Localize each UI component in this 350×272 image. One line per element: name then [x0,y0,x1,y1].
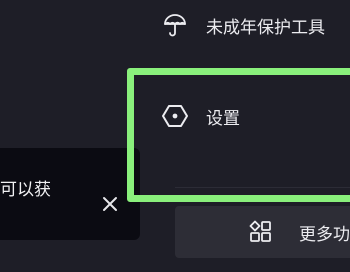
more-features-button[interactable]: 更多功 [175,206,350,258]
more-features-label: 更多功 [299,224,350,245]
menu-divider [175,187,350,188]
hexagon-settings-icon [162,103,188,129]
close-icon[interactable] [98,192,122,216]
menu-item-settings-label: 设置 [206,108,240,129]
grid-apps-icon [249,220,273,244]
toast-message: 可以获 [0,180,51,200]
toast-notification: 可以获 [0,148,140,240]
umbrella-icon [162,12,188,38]
menu-item-minor-protection[interactable]: 未成年保护工具 [162,10,325,40]
menu-item-minor-protection-label: 未成年保护工具 [206,17,325,38]
menu-item-settings[interactable]: 设置 [162,100,240,132]
